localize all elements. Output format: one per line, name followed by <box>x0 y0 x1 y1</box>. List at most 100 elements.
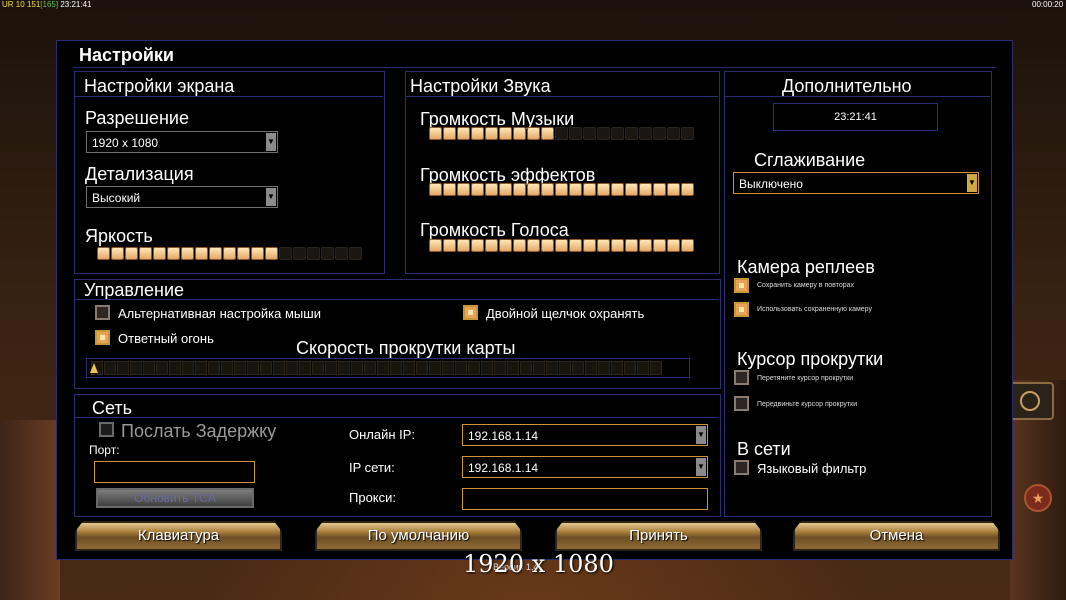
scroll-track-segment <box>299 361 311 375</box>
level-segment <box>639 239 652 252</box>
level-segment <box>541 239 554 252</box>
proxy-field[interactable] <box>462 488 708 510</box>
save-camera-checkbox[interactable] <box>734 278 749 293</box>
level-segment <box>293 247 306 260</box>
lan-ip-label: IP сети: <box>349 460 395 475</box>
level-segment <box>499 127 512 140</box>
status-game-timer: 00:00:20 <box>1032 0 1064 9</box>
scroll-track-segment <box>572 361 584 375</box>
voice-volume-slider[interactable] <box>429 239 694 252</box>
double-click-label: Двойной щелчок охранять <box>486 306 645 321</box>
level-segment <box>167 247 180 260</box>
level-segment <box>499 183 512 196</box>
update-tca-button[interactable]: Обновить TCA <box>96 488 254 508</box>
scroll-track-segment <box>598 361 610 375</box>
scroll-track-segment <box>195 361 207 375</box>
defaults-button[interactable]: По умолчанию <box>315 521 522 551</box>
cancel-button[interactable]: Отмена <box>793 521 1000 551</box>
level-segment <box>653 239 666 252</box>
detail-select[interactable]: Высокий ▼ <box>86 186 278 208</box>
extra-settings-title: Дополнительно <box>782 76 912 96</box>
proxy-label: Прокси: <box>349 490 397 505</box>
antialiasing-label: Сглаживание <box>754 150 866 170</box>
send-delay-checkbox[interactable] <box>99 422 114 437</box>
double-click-checkbox[interactable] <box>463 305 478 320</box>
scroll-track-segment <box>221 361 233 375</box>
panel-divider <box>74 96 383 97</box>
level-segment <box>569 239 582 252</box>
status-num-3: [165] <box>40 0 59 9</box>
resolution-value: 1920 x 1080 <box>92 136 159 150</box>
dialog-title: Настройки <box>79 45 174 65</box>
level-segment <box>625 183 638 196</box>
level-segment <box>681 127 694 140</box>
level-segment <box>223 247 236 260</box>
chevron-down-icon: ▼ <box>696 426 706 444</box>
scroll-track-segment <box>481 361 493 375</box>
scroll-track-segment <box>273 361 285 375</box>
scroll-speed-slider[interactable] <box>86 358 690 378</box>
resolution-select[interactable]: 1920 x 1080 ▼ <box>86 131 278 153</box>
level-segment <box>349 247 362 260</box>
music-volume-slider[interactable] <box>429 127 694 140</box>
level-segment <box>485 183 498 196</box>
brightness-slider[interactable] <box>97 247 362 260</box>
level-segment <box>335 247 348 260</box>
chevron-down-icon: ▼ <box>266 133 276 151</box>
antialiasing-select[interactable]: Выключено ▼ <box>733 172 979 194</box>
level-segment <box>555 183 568 196</box>
chevron-down-icon: ▼ <box>266 188 276 206</box>
level-segment <box>485 239 498 252</box>
scroll-track-segment <box>377 361 389 375</box>
level-segment <box>443 183 456 196</box>
port-field[interactable] <box>94 461 255 483</box>
status-num-1: 10 <box>15 0 25 9</box>
scroll-track-segment <box>338 361 350 375</box>
scroll-track-segment <box>169 361 181 375</box>
level-segment <box>541 127 554 140</box>
drag-cursor-label: Перетяните курсор прокрутки <box>757 375 854 382</box>
level-segment <box>597 239 610 252</box>
language-filter-checkbox[interactable] <box>734 460 749 475</box>
scroll-track-segment <box>650 361 662 375</box>
scroll-track-segment <box>312 361 324 375</box>
effects-volume-slider[interactable] <box>429 183 694 196</box>
lan-ip-select[interactable]: 192.168.1.14 ▼ <box>462 456 708 478</box>
return-fire-checkbox[interactable] <box>95 330 110 345</box>
star-icon: ★ <box>1024 484 1052 512</box>
title-divider <box>73 67 996 68</box>
replay-camera-title: Камера реплеев <box>737 257 875 277</box>
scroll-track-segment <box>286 361 298 375</box>
keyboard-button[interactable]: Клавиатура <box>75 521 282 551</box>
level-segment <box>527 239 540 252</box>
level-segment <box>457 127 470 140</box>
move-cursor-checkbox[interactable] <box>734 396 749 411</box>
compass-icon <box>1006 382 1054 420</box>
level-segment <box>429 183 442 196</box>
scroll-track-segment <box>351 361 363 375</box>
save-camera-label: Сохранить камеру в повторах <box>757 282 855 289</box>
level-segment <box>251 247 264 260</box>
detail-value: Высокий <box>92 191 141 205</box>
scroll-track-segment <box>494 361 506 375</box>
alt-mouse-checkbox[interactable] <box>95 305 110 320</box>
level-segment <box>443 127 456 140</box>
status-num-2: 151 <box>26 0 41 9</box>
level-segment <box>97 247 110 260</box>
level-segment <box>279 247 292 260</box>
drag-cursor-checkbox[interactable] <box>734 370 749 385</box>
use-saved-camera-checkbox[interactable] <box>734 302 749 317</box>
scroll-track-segment <box>234 361 246 375</box>
level-segment <box>153 247 166 260</box>
level-segment <box>541 183 554 196</box>
level-segment <box>429 127 442 140</box>
panel-divider <box>405 96 718 97</box>
level-segment <box>597 127 610 140</box>
online-ip-label: Онлайн IP: <box>349 427 416 442</box>
accept-button[interactable]: Принять <box>555 521 762 551</box>
resolution-overlay: 1920 x 1080 <box>463 550 614 578</box>
online-ip-select[interactable]: 192.168.1.14 ▼ <box>462 424 708 446</box>
level-segment <box>583 183 596 196</box>
scroll-speed-thumb[interactable] <box>90 363 98 373</box>
level-segment <box>499 239 512 252</box>
